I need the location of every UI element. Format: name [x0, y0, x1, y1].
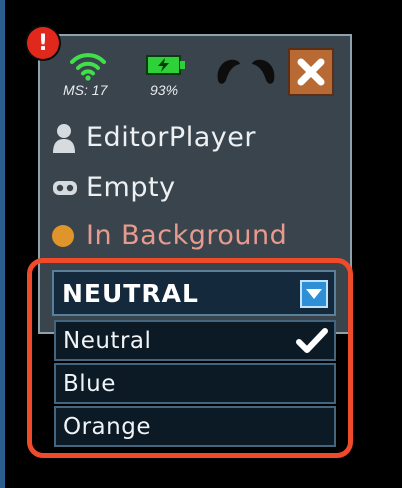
team-option-neutral[interactable]: Neutral [54, 320, 336, 361]
chevron-down-icon [306, 289, 322, 299]
team-option-orange[interactable]: Orange [54, 406, 336, 447]
background-strip [355, 0, 402, 488]
team-dropdown[interactable]: NEUTRAL [52, 270, 336, 316]
close-button[interactable] [288, 48, 334, 96]
alert-icon: ! [37, 30, 49, 56]
battery-charging-icon [146, 55, 185, 75]
option-label: Neutral [63, 327, 152, 354]
team-option-blue[interactable]: Blue [54, 363, 336, 404]
wifi-icon [70, 53, 106, 81]
slot-label: Empty [86, 172, 176, 203]
close-icon [297, 58, 325, 86]
dropdown-toggle[interactable] [300, 280, 328, 308]
state-label: In Background [86, 220, 288, 251]
alert-badge[interactable]: ! [27, 27, 59, 59]
status-dot-icon [52, 224, 74, 247]
checkmark-icon [296, 328, 328, 353]
player-name-row: EditorPlayer [52, 122, 256, 153]
state-row: In Background [52, 220, 287, 251]
slot-row: Empty [52, 172, 176, 203]
battery-label: 93% [150, 82, 179, 98]
vr-headset-icon [53, 180, 77, 195]
ping-label: MS: 17 [63, 82, 108, 98]
player-name: EditorPlayer [86, 122, 256, 153]
window-edge [0, 0, 5, 488]
team-dropdown-value: NEUTRAL [62, 278, 199, 308]
option-label: Orange [63, 413, 151, 440]
gamepad-icon [217, 59, 275, 84]
user-icon [53, 123, 75, 153]
option-label: Blue [63, 370, 116, 397]
